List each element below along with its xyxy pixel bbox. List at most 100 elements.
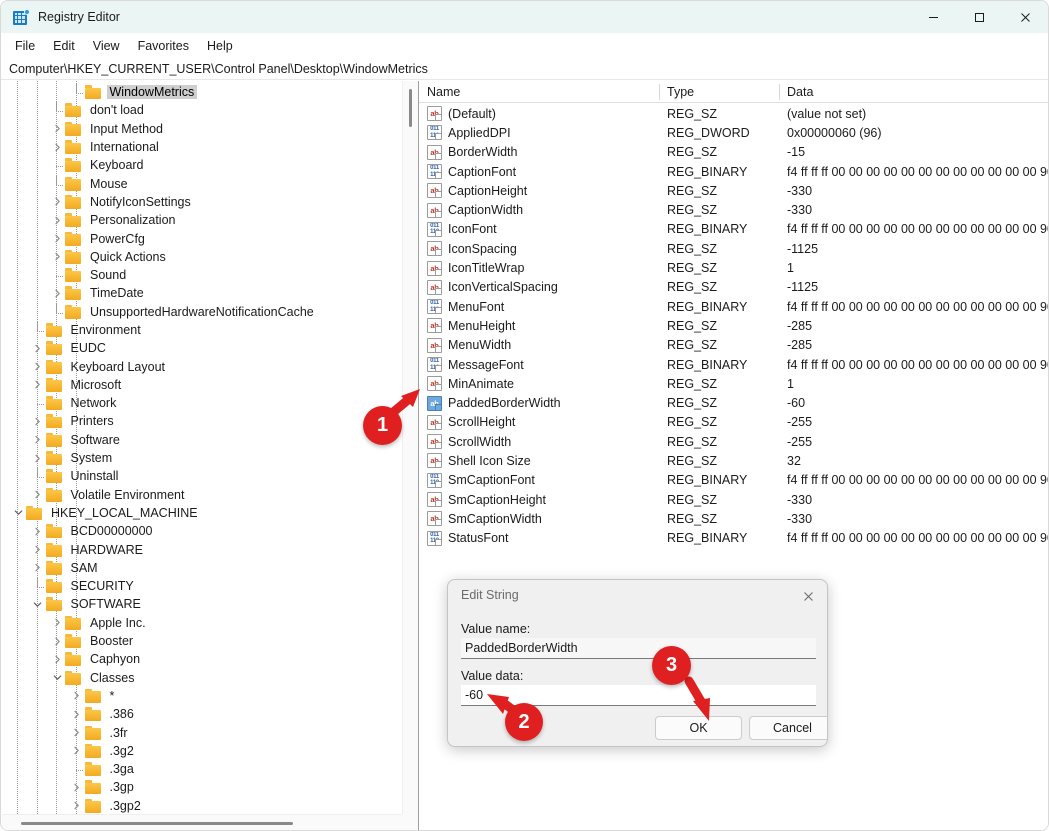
chevron-right-icon[interactable] — [49, 615, 65, 631]
chevron-right-icon[interactable] — [30, 432, 46, 448]
chevron-right-icon[interactable] — [69, 743, 85, 759]
table-row[interactable]: 011110MessageFontREG_BINARYf4 ff ff ff 0… — [419, 355, 1049, 374]
table-row[interactable]: 011110StatusFontREG_BINARYf4 ff ff ff 00… — [419, 529, 1049, 548]
chevron-right-icon[interactable] — [30, 413, 46, 429]
table-row[interactable]: 011110AppliedDPIREG_DWORD0x00000060 (96) — [419, 123, 1049, 142]
tree-item-quick-actions[interactable]: Quick Actions — [2, 248, 402, 266]
close-icon[interactable] — [793, 584, 823, 608]
tree-item-powercfg[interactable]: PowerCfg — [2, 229, 402, 247]
menu-view[interactable]: View — [84, 36, 129, 56]
tree-item-input-method[interactable]: Input Method — [2, 120, 402, 138]
chevron-right-icon[interactable] — [30, 340, 46, 356]
table-row[interactable]: ab(Default)REG_SZ(value not set) — [419, 104, 1049, 123]
table-row[interactable]: abIconTitleWrapREG_SZ1 — [419, 258, 1049, 277]
tree-item-network[interactable]: Network — [2, 394, 402, 412]
tree-item-sound[interactable]: Sound — [2, 266, 402, 284]
chevron-right-icon[interactable] — [49, 194, 65, 210]
tree-item-software[interactable]: Software — [2, 431, 402, 449]
tree-item-system[interactable]: System — [2, 449, 402, 467]
chevron-right-icon[interactable] — [49, 249, 65, 265]
tree-vscroll-thumb[interactable] — [409, 89, 412, 127]
tree-vertical-scrollbar[interactable] — [402, 81, 418, 814]
table-row[interactable]: abPaddedBorderWidthREG_SZ-60 — [419, 393, 1049, 412]
table-row[interactable]: abSmCaptionHeightREG_SZ-330 — [419, 490, 1049, 509]
table-row[interactable]: abCaptionHeightREG_SZ-330 — [419, 181, 1049, 200]
tree-item-386[interactable]: .386 — [2, 705, 402, 723]
tree-item-3fr[interactable]: .3fr — [2, 723, 402, 741]
tree-item-printers[interactable]: Printers — [2, 412, 402, 430]
chevron-right-icon[interactable] — [30, 359, 46, 375]
minimize-button[interactable] — [910, 1, 956, 33]
tree-item-timedate[interactable]: TimeDate — [2, 284, 402, 302]
table-row[interactable]: abMenuHeightREG_SZ-285 — [419, 316, 1049, 335]
chevron-right-icon[interactable] — [49, 651, 65, 667]
column-header-type[interactable]: Type — [659, 81, 779, 103]
chevron-down-icon[interactable] — [10, 505, 26, 521]
tree-item-3gp2[interactable]: .3gp2 — [2, 797, 402, 814]
tree-item-windowmetrics[interactable]: WindowMetrics — [2, 83, 402, 101]
table-row[interactable]: abIconVerticalSpacingREG_SZ-1125 — [419, 278, 1049, 297]
chevron-right-icon[interactable] — [49, 285, 65, 301]
tree-item-volatile-environment[interactable]: Volatile Environment — [2, 486, 402, 504]
chevron-right-icon[interactable] — [49, 139, 65, 155]
tree-item-keyboard[interactable]: Keyboard — [2, 156, 402, 174]
tree-item-3ga[interactable]: .3ga — [2, 760, 402, 778]
chevron-down-icon[interactable] — [30, 596, 46, 612]
chevron-right-icon[interactable] — [30, 542, 46, 558]
menu-favorites[interactable]: Favorites — [129, 36, 198, 56]
tree-item-apple-inc[interactable]: Apple Inc. — [2, 614, 402, 632]
tree-item-keyboard-layout[interactable]: Keyboard Layout — [2, 357, 402, 375]
table-row[interactable]: 011110CaptionFontREG_BINARYf4 ff ff ff 0… — [419, 162, 1049, 181]
tree-hscroll-thumb[interactable] — [21, 822, 293, 825]
tree-item-international[interactable]: International — [2, 138, 402, 156]
chevron-right-icon[interactable] — [69, 798, 85, 814]
chevron-right-icon[interactable] — [69, 688, 85, 704]
tree-item-don-t-load[interactable]: don't load — [2, 101, 402, 119]
maximize-button[interactable] — [956, 1, 1002, 33]
table-row[interactable]: abScrollWidthREG_SZ-255 — [419, 432, 1049, 451]
close-button[interactable] — [1002, 1, 1048, 33]
tree-horizontal-scrollbar[interactable] — [2, 814, 402, 831]
column-header-data[interactable]: Data — [779, 81, 1049, 103]
tree-item-[interactable]: * — [2, 687, 402, 705]
tree-item-security[interactable]: SECURITY — [2, 577, 402, 595]
menu-help[interactable]: Help — [198, 36, 242, 56]
tree-item-caphyon[interactable]: Caphyon — [2, 650, 402, 668]
tree-item-eudc[interactable]: EUDC — [2, 339, 402, 357]
value-name-input[interactable] — [461, 638, 816, 659]
chevron-right-icon[interactable] — [69, 725, 85, 741]
chevron-right-icon[interactable] — [30, 560, 46, 576]
chevron-right-icon[interactable] — [49, 121, 65, 137]
address-bar[interactable]: Computer\HKEY_CURRENT_USER\Control Panel… — [1, 58, 1048, 80]
column-header-name[interactable]: Name — [419, 81, 659, 103]
tree-item-classes[interactable]: Classes — [2, 669, 402, 687]
tree-item-uninstall[interactable]: Uninstall — [2, 467, 402, 485]
table-row[interactable]: 011110IconFontREG_BINARYf4 ff ff ff 00 0… — [419, 220, 1049, 239]
tree-item-sam[interactable]: SAM — [2, 559, 402, 577]
tree-item-hardware[interactable]: HARDWARE — [2, 540, 402, 558]
table-row[interactable]: abMinAnimateREG_SZ1 — [419, 374, 1049, 393]
chevron-right-icon[interactable] — [49, 633, 65, 649]
tree-item-mouse[interactable]: Mouse — [2, 174, 402, 192]
tree-item-3gp[interactable]: .3gp — [2, 778, 402, 796]
menu-edit[interactable]: Edit — [44, 36, 84, 56]
cancel-button[interactable]: Cancel — [749, 716, 828, 740]
table-row[interactable]: abScrollHeightREG_SZ-255 — [419, 413, 1049, 432]
chevron-right-icon[interactable] — [30, 523, 46, 539]
tree-item-microsoft[interactable]: Microsoft — [2, 376, 402, 394]
table-row[interactable]: abIconSpacingREG_SZ-1125 — [419, 239, 1049, 258]
tree-item-bcd00000000[interactable]: BCD00000000 — [2, 522, 402, 540]
tree-item-3g2[interactable]: .3g2 — [2, 742, 402, 760]
chevron-right-icon[interactable] — [30, 450, 46, 466]
chevron-right-icon[interactable] — [49, 231, 65, 247]
chevron-right-icon[interactable] — [49, 212, 65, 228]
chevron-right-icon[interactable] — [30, 487, 46, 503]
tree-item-notifyiconsettings[interactable]: NotifyIconSettings — [2, 193, 402, 211]
table-row[interactable]: abShell Icon SizeREG_SZ32 — [419, 451, 1049, 470]
table-row[interactable]: abCaptionWidthREG_SZ-330 — [419, 200, 1049, 219]
table-row[interactable]: abBorderWidthREG_SZ-15 — [419, 143, 1049, 162]
table-row[interactable]: abMenuWidthREG_SZ-285 — [419, 336, 1049, 355]
chevron-right-icon[interactable] — [30, 377, 46, 393]
table-row[interactable]: 011110MenuFontREG_BINARYf4 ff ff ff 00 0… — [419, 297, 1049, 316]
chevron-down-icon[interactable] — [49, 670, 65, 686]
